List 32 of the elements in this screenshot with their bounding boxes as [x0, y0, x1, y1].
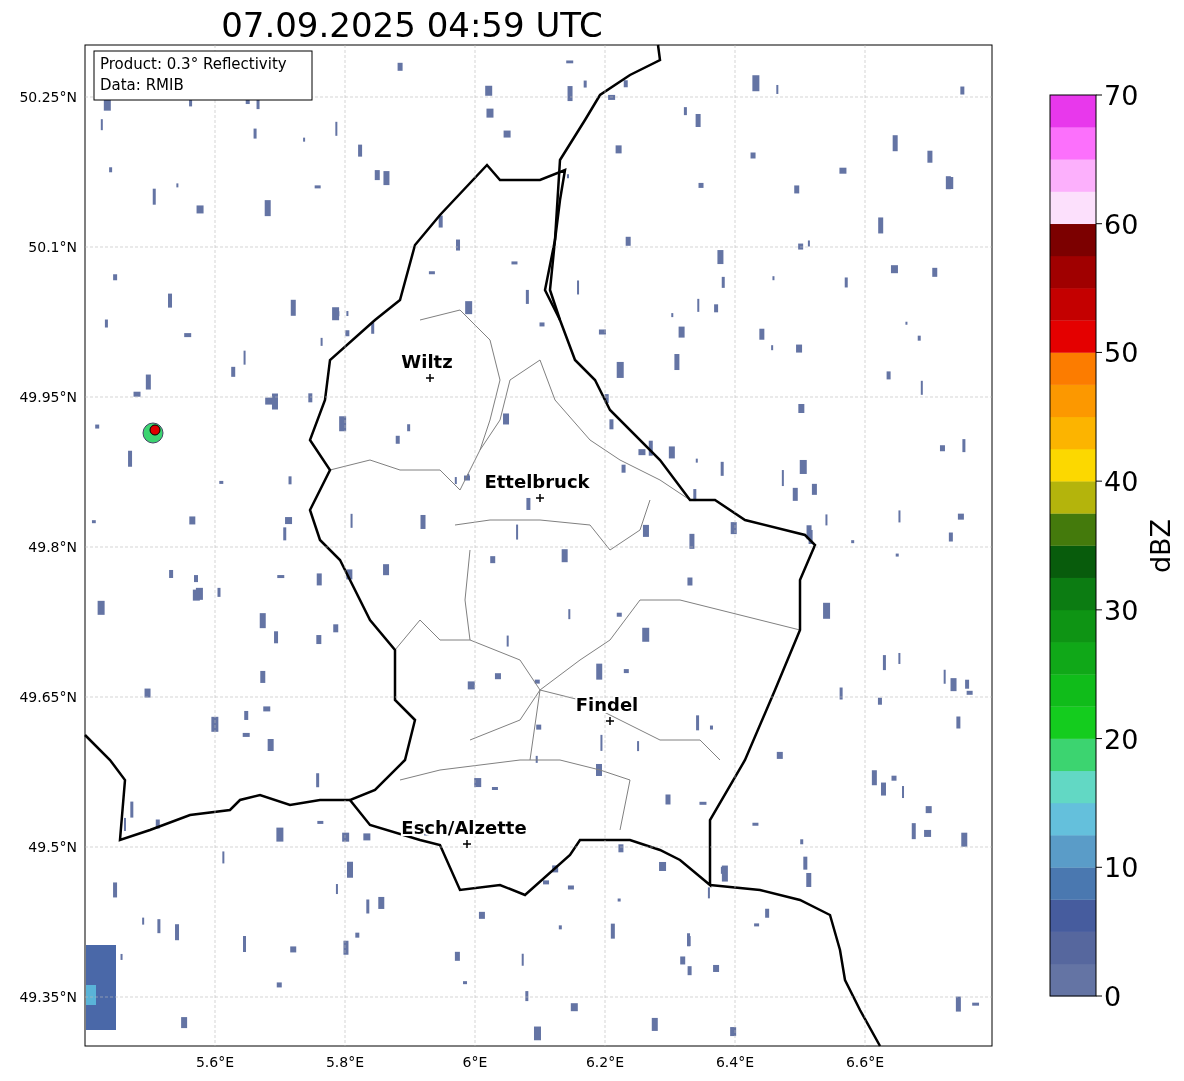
longitude-label: 5.6°E [195, 1054, 235, 1070]
city-label: Findel [575, 694, 639, 715]
info-box: Product: 0.3° Reflectivity Data: RMIB [93, 50, 313, 101]
city-marker-icon [535, 493, 545, 503]
latitude-label: 49.8°N [28, 539, 77, 555]
longitude-label: 5.8°E [325, 1054, 365, 1070]
latitude-label: 50.25°N [19, 89, 77, 105]
longitude-label: 6.6°E [845, 1054, 885, 1070]
latitude-label: 49.65°N [19, 689, 77, 705]
city-marker-icon [425, 373, 435, 383]
colorbar-tick-label: 20 [1104, 723, 1139, 755]
city-label: Ettelbruck [484, 471, 590, 492]
colorbar-tick-label: 70 [1104, 80, 1139, 111]
latitude-label: 49.95°N [19, 389, 77, 405]
longitude-label: 6.4°E [715, 1054, 755, 1070]
city-label: Esch/Alzette [401, 817, 527, 838]
colorbar-tick-label: 40 [1104, 466, 1139, 498]
colorbar-tick-label: 0 [1104, 981, 1122, 1012]
city-marker-icon [462, 839, 472, 849]
colorbar-tick-label: 10 [1104, 852, 1139, 884]
chart-title: 07.09.2025 04:59 UTC [221, 5, 603, 45]
colorbar-tick-label: 50 [1104, 337, 1139, 369]
latitude-label: 49.35°N [19, 989, 77, 1005]
colorbar-tick-label: 60 [1104, 208, 1139, 240]
city-label: Wiltz [401, 351, 453, 372]
colorbar-tick-label: 30 [1104, 594, 1139, 626]
longitude-label: 6°E [462, 1054, 488, 1070]
longitude-label: 6.2°E [585, 1054, 625, 1070]
latitude-label: 49.5°N [28, 839, 77, 855]
latitude-label: 50.1°N [28, 239, 77, 255]
colorbar-label: dBZ [1145, 518, 1176, 574]
city-marker-icon [605, 716, 615, 726]
